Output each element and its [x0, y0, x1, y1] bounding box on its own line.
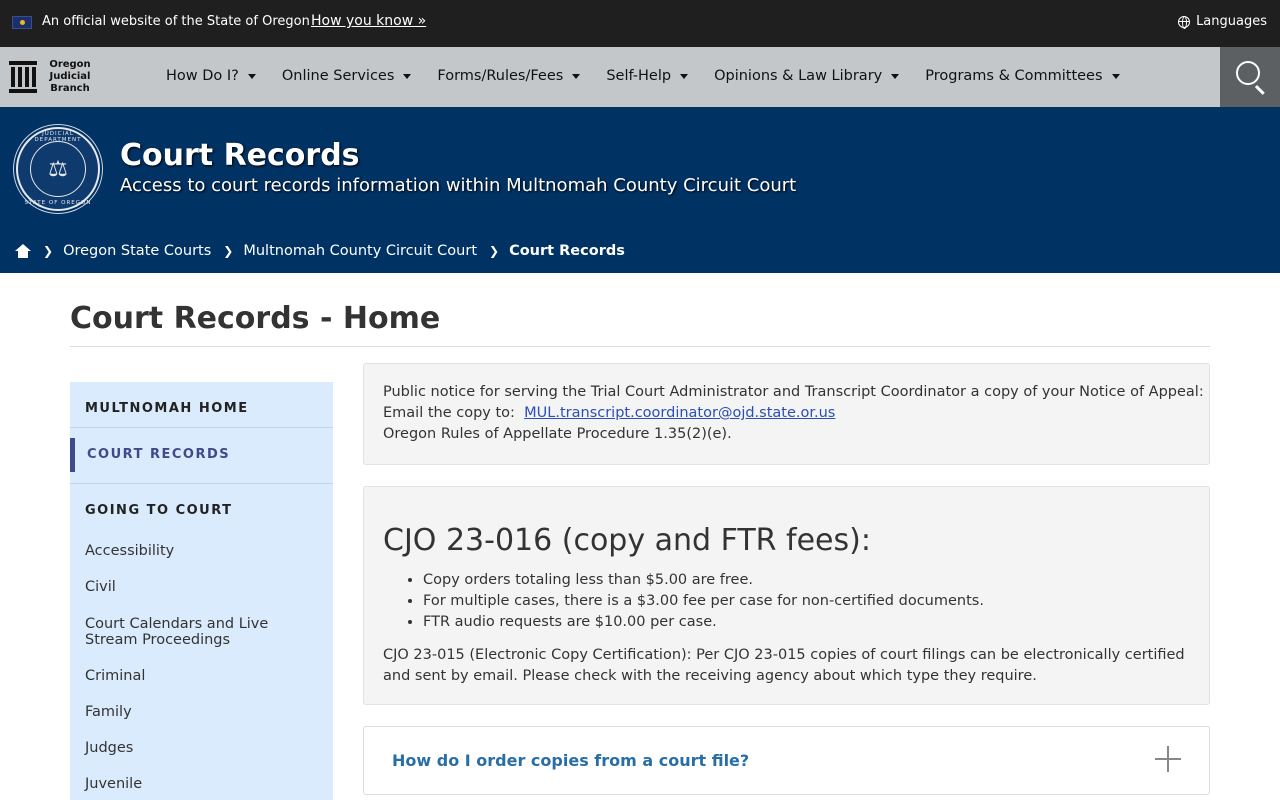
scales-icon: ⚖: [30, 141, 86, 197]
official-banner: An official website of the State of Oreg…: [0, 0, 1280, 47]
languages-button[interactable]: Languages: [1178, 14, 1267, 29]
nav-how-do-i[interactable]: How Do I?: [166, 68, 256, 84]
caret-down-icon: [572, 73, 581, 79]
ojd-logo[interactable]: Oregon Judicial Branch: [9, 59, 95, 95]
page-title: Court Records - Home: [70, 301, 441, 336]
globe-icon: [1178, 15, 1191, 29]
official-banner-text: An official website of the State of Oreg…: [42, 14, 310, 29]
nav-online-services[interactable]: Online Services: [282, 68, 412, 84]
nav-forms-rules-fees[interactable]: Forms/Rules/Fees: [437, 68, 581, 84]
cjo-heading: CJO 23-016 (copy and FTR fees):: [383, 523, 871, 558]
sidebar-item-accessibility[interactable]: Accessibility: [85, 543, 325, 559]
sidebar-section-going-to-court: GOING TO COURT: [85, 503, 233, 518]
oregon-flag-icon: [12, 16, 32, 29]
caret-down-icon: [891, 73, 900, 79]
list-item: FTR audio requests are $10.00 per case.: [423, 614, 984, 635]
caret-down-icon: [1111, 73, 1120, 79]
pillar-icon: [9, 61, 37, 93]
plus-icon[interactable]: [1155, 746, 1181, 772]
search-icon: [1236, 61, 1260, 85]
nav-opinions-law-library[interactable]: Opinions & Law Library: [714, 68, 900, 84]
chevron-right-icon: ❯: [43, 244, 54, 258]
nav-menu: How Do I? Online Services Forms/Rules/Fe…: [166, 68, 1146, 84]
breadcrumb-oregon-state-courts[interactable]: Oregon State Courts: [63, 243, 211, 259]
sidebar-item-family[interactable]: Family: [85, 704, 325, 720]
caret-down-icon: [680, 73, 689, 79]
cjo-fee-list: Copy orders totaling less than $5.00 are…: [423, 572, 984, 635]
title-divider: [70, 346, 1210, 347]
how-you-know-link[interactable]: How you know »: [311, 13, 426, 29]
faq-accordion-order-copies[interactable]: How do I order copies from a court file?: [363, 726, 1210, 795]
languages-label: Languages: [1196, 14, 1267, 29]
notice-line: Public notice for serving the Trial Cour…: [383, 384, 1204, 400]
notice-rule-line: Oregon Rules of Appellate Procedure 1.35…: [383, 426, 732, 442]
sidebar-item-multnomah-home[interactable]: MULTNOMAH HOME: [85, 401, 249, 416]
caret-down-icon: [247, 73, 256, 79]
nav-programs-committees[interactable]: Programs & Committees: [925, 68, 1120, 84]
list-item: For multiple cases, there is a $3.00 fee…: [423, 593, 984, 614]
nav-self-help[interactable]: Self-Help: [606, 68, 689, 84]
notice-email-line: Email the copy to: MUL.transcript.coordi…: [383, 405, 836, 421]
list-item: Copy orders totaling less than $5.00 are…: [423, 572, 984, 593]
logo-text: Oregon Judicial Branch: [49, 59, 91, 94]
home-icon[interactable]: [15, 244, 31, 258]
transcript-email-link[interactable]: MUL.transcript.coordinator@ojd.state.or.…: [524, 405, 835, 421]
sidebar-item-criminal[interactable]: Criminal: [85, 668, 325, 684]
breadcrumb-multnomah[interactable]: Multnomah County Circuit Court: [243, 243, 477, 259]
faq-question[interactable]: How do I order copies from a court file?: [392, 751, 749, 770]
cjo-certification-text: CJO 23-015 (Electronic Copy Certificatio…: [383, 647, 1185, 684]
sidebar-item-juvenile[interactable]: Juvenile: [85, 776, 325, 792]
chevron-right-icon: ❯: [489, 244, 500, 258]
breadcrumb: ❯ Oregon State Courts ❯ Multnomah County…: [15, 243, 625, 259]
sidebar-item-court-records[interactable]: COURT RECORDS: [70, 438, 333, 472]
judicial-seal-icon: JUDICIAL DEPARTMENT ⚖ STATE OF OREGON: [16, 127, 100, 211]
cjo-fees-box: CJO 23-016 (copy and FTR fees): Copy ord…: [363, 486, 1210, 705]
page-hero: JUDICIAL DEPARTMENT ⚖ STATE OF OREGON Co…: [0, 107, 1280, 273]
appeal-notice-box: Public notice for serving the Trial Cour…: [363, 363, 1210, 465]
search-button[interactable]: [1220, 47, 1280, 107]
hero-title: Court Records: [120, 138, 360, 173]
breadcrumb-current: Court Records: [509, 243, 625, 259]
caret-down-icon: [403, 73, 412, 79]
main-navbar: Oregon Judicial Branch How Do I? Online …: [0, 47, 1280, 107]
hero-subtitle: Access to court records information with…: [120, 175, 797, 196]
sidebar-nav: MULTNOMAH HOME COURT RECORDS GOING TO CO…: [70, 382, 333, 800]
chevron-right-icon: ❯: [223, 244, 234, 258]
sidebar-item-court-calendars[interactable]: Court Calendars and Live Stream Proceedi…: [85, 616, 325, 648]
sidebar-item-civil[interactable]: Civil: [85, 579, 325, 595]
sidebar-divider: [70, 427, 333, 428]
sidebar-divider: [70, 483, 333, 484]
sidebar-item-judges[interactable]: Judges: [85, 740, 325, 756]
